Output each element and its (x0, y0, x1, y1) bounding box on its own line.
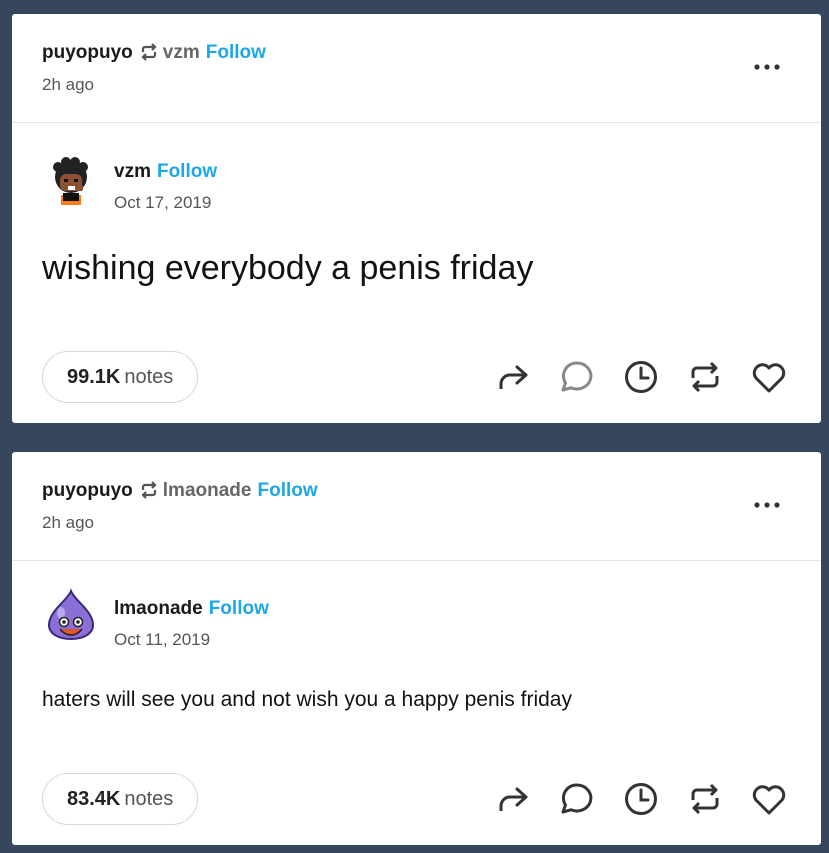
post-date: Oct 17, 2019 (114, 193, 212, 212)
post-time: 2h ago (42, 75, 94, 94)
notes-count: 99.1K (67, 366, 121, 388)
post-card: puyopuyo lmaonade Follow 2h ago lmaonade Fo… (12, 452, 821, 845)
source-blog-name[interactable]: vzm (163, 42, 200, 63)
post-header: puyopuyo vzm Follow 2h ago (12, 14, 821, 123)
notes-label: notes (124, 788, 174, 810)
reply-icon[interactable] (557, 357, 597, 397)
reblog-icon[interactable] (685, 357, 725, 397)
reply-icon[interactable] (557, 779, 597, 819)
share-icon[interactable] (493, 357, 533, 397)
author-follow-button[interactable]: Follow (209, 598, 269, 619)
reblogger-name[interactable]: puyopuyo (42, 480, 133, 501)
reblog-icon (139, 481, 159, 506)
post-actions (493, 779, 793, 819)
post-text: wishing everybody a penis friday (42, 249, 534, 287)
notes-button[interactable]: 83.4K notes (42, 773, 199, 825)
author-follow-button[interactable]: Follow (157, 161, 217, 182)
follow-button[interactable]: Follow (257, 480, 317, 501)
follow-button[interactable]: Follow (206, 42, 266, 63)
post-actions (493, 357, 793, 397)
post-card: puyopuyo vzm Follow 2h ago vzm Follow Oct 1… (12, 14, 821, 423)
post-header: puyopuyo lmaonade Follow 2h ago (12, 452, 821, 561)
notes-count: 83.4K (67, 788, 121, 810)
history-icon[interactable] (621, 357, 661, 397)
source-blog-name[interactable]: lmaonade (163, 480, 252, 501)
share-icon[interactable] (493, 779, 533, 819)
avatar[interactable] (43, 587, 99, 643)
author-name[interactable]: vzm (114, 161, 151, 182)
more-icon[interactable] (753, 497, 781, 513)
history-icon[interactable] (621, 779, 661, 819)
author-name[interactable]: lmaonade (114, 598, 203, 619)
post-time: 2h ago (42, 513, 94, 532)
post-date: Oct 11, 2019 (114, 630, 211, 649)
reblog-icon[interactable] (685, 779, 725, 819)
notes-label: notes (124, 366, 174, 388)
reblogger-name[interactable]: puyopuyo (42, 42, 133, 63)
like-icon[interactable] (749, 357, 789, 397)
post-text: haters will see you and not wish you a h… (42, 688, 572, 711)
like-icon[interactable] (749, 779, 789, 819)
notes-button[interactable]: 99.1K notes (42, 351, 199, 403)
reblog-icon (139, 43, 159, 68)
avatar[interactable] (43, 151, 99, 207)
more-icon[interactable] (753, 59, 781, 75)
